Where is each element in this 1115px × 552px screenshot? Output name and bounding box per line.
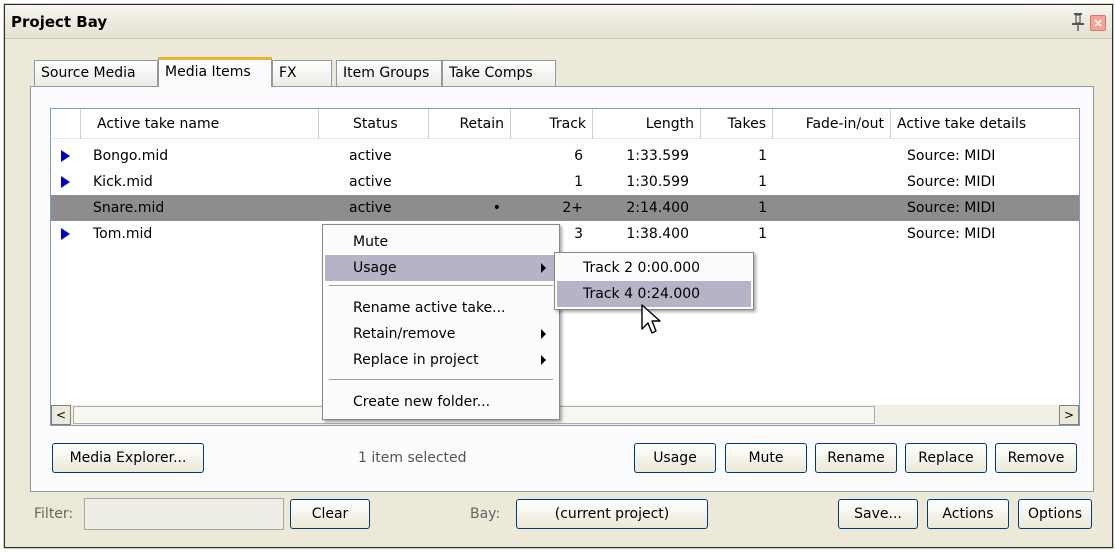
cell-status: active <box>349 148 392 164</box>
submenu-arrow-icon <box>541 329 546 339</box>
mouse-cursor-icon <box>641 304 661 334</box>
rename-button[interactable]: Rename <box>815 443 897 473</box>
window-title: Project Bay <box>11 13 108 31</box>
tab-item-groups[interactable]: Item Groups <box>336 60 442 86</box>
menu-item-retain-remove-label: Retain/remove <box>353 326 456 342</box>
cell-status: active <box>349 174 392 190</box>
table-row[interactable]: Bongo.mid active 6 1:33.599 1 Source: MI… <box>51 143 1079 169</box>
menu-item-usage-label: Usage <box>353 260 397 276</box>
menu-item-rename-active-take[interactable]: Rename active take... <box>325 295 557 321</box>
title-bar[interactable]: Project Bay × <box>5 5 1112 39</box>
cell-retain: • <box>492 200 501 216</box>
tab-fx[interactable]: FX <box>272 60 332 86</box>
menu-item-replace-in-project[interactable]: Replace in project <box>325 347 557 373</box>
cell-takes: 1 <box>758 200 767 216</box>
pin-icon[interactable] <box>1071 12 1085 32</box>
cell-length: 2:14.400 <box>626 200 689 216</box>
table-row[interactable]: Tom.mid 3 1:38.400 1 Source: MIDI <box>51 221 1079 247</box>
menu-item-usage[interactable]: Usage <box>325 255 557 281</box>
scroll-left-button[interactable]: < <box>51 405 71 425</box>
cell-status: active <box>349 200 392 216</box>
cell-name: Bongo.mid <box>93 148 169 164</box>
cell-track: 2+ <box>562 200 583 216</box>
table-row[interactable]: Kick.mid active 1 1:30.599 1 Source: MID… <box>51 169 1079 195</box>
cell-name: Tom.mid <box>93 226 153 242</box>
cell-length: 1:33.599 <box>626 148 689 164</box>
header-takes[interactable]: Takes <box>701 109 773 139</box>
cell-name: Snare.mid <box>93 200 165 216</box>
cell-retain <box>431 169 501 195</box>
header-fade-in-out[interactable]: Fade-in/out <box>773 109 891 139</box>
cell-track: 1 <box>574 174 583 190</box>
cell-takes: 1 <box>758 226 767 242</box>
cell-details: Source: MIDI <box>907 226 996 242</box>
actions-button[interactable]: Actions <box>927 499 1009 529</box>
filter-input[interactable] <box>84 498 284 530</box>
header-marker-column[interactable] <box>51 109 81 139</box>
cell-retain <box>431 143 501 169</box>
options-button[interactable]: Options <box>1018 499 1092 529</box>
usage-submenu: Track 2 0:00.000 Track 4 0:24.000 <box>554 252 754 310</box>
submenu-item-track-2[interactable]: Track 2 0:00.000 <box>557 255 751 281</box>
play-arrow-icon <box>61 150 70 162</box>
cell-name: Kick.mid <box>93 174 153 190</box>
filter-label: Filter: <box>34 506 74 522</box>
replace-button[interactable]: Replace <box>905 443 987 473</box>
tab-media-items[interactable]: Media Items <box>158 57 272 87</box>
submenu-arrow-icon <box>541 263 546 273</box>
menu-separator <box>329 285 553 286</box>
list-header: Active take name Status Retain Track Len… <box>51 109 1079 139</box>
media-explorer-button[interactable]: Media Explorer... <box>52 443 204 473</box>
bay-selector-button[interactable]: (current project) <box>516 499 708 529</box>
cell-details: Source: MIDI <box>907 174 996 190</box>
cell-length: 1:30.599 <box>626 174 689 190</box>
context-menu: Mute Usage Rename active take... Retain/… <box>322 224 560 420</box>
mute-button[interactable]: Mute <box>725 443 807 473</box>
clear-button[interactable]: Clear <box>290 499 370 529</box>
header-length[interactable]: Length <box>593 109 701 139</box>
header-active-take-details[interactable]: Active take details <box>891 109 1077 139</box>
bay-label: Bay: <box>470 506 501 522</box>
header-status[interactable]: Status <box>347 109 429 139</box>
submenu-arrow-icon <box>541 355 546 365</box>
cell-details: Source: MIDI <box>907 148 996 164</box>
tab-source-media[interactable]: Source Media <box>34 60 158 86</box>
header-active-take-name[interactable]: Active take name <box>91 109 319 139</box>
play-arrow-icon <box>61 228 70 240</box>
play-arrow-icon <box>61 176 70 188</box>
table-row-selected[interactable]: Snare.mid active • 2+ 2:14.400 1 Source:… <box>51 195 1079 221</box>
menu-item-mute[interactable]: Mute <box>325 229 557 255</box>
usage-button[interactable]: Usage <box>634 443 716 473</box>
menu-item-create-new-folder[interactable]: Create new folder... <box>325 389 557 415</box>
menu-item-replace-in-project-label: Replace in project <box>353 352 479 368</box>
tab-take-comps[interactable]: Take Comps <box>442 60 556 86</box>
selection-status: 1 item selected <box>358 450 467 466</box>
header-retain[interactable]: Retain <box>429 109 511 139</box>
cell-takes: 1 <box>758 148 767 164</box>
remove-button[interactable]: Remove <box>995 443 1077 473</box>
cell-length: 1:38.400 <box>626 226 689 242</box>
cell-track: 6 <box>574 148 583 164</box>
menu-separator <box>329 379 553 380</box>
save-button[interactable]: Save... <box>838 499 918 529</box>
horizontal-scrollbar[interactable]: < > <box>51 405 1079 425</box>
close-icon[interactable]: × <box>1090 15 1106 31</box>
header-track[interactable]: Track <box>511 109 593 139</box>
cell-details: Source: MIDI <box>907 200 996 216</box>
menu-item-retain-remove[interactable]: Retain/remove <box>325 321 557 347</box>
scroll-right-button[interactable]: > <box>1059 405 1079 425</box>
cell-takes: 1 <box>758 174 767 190</box>
